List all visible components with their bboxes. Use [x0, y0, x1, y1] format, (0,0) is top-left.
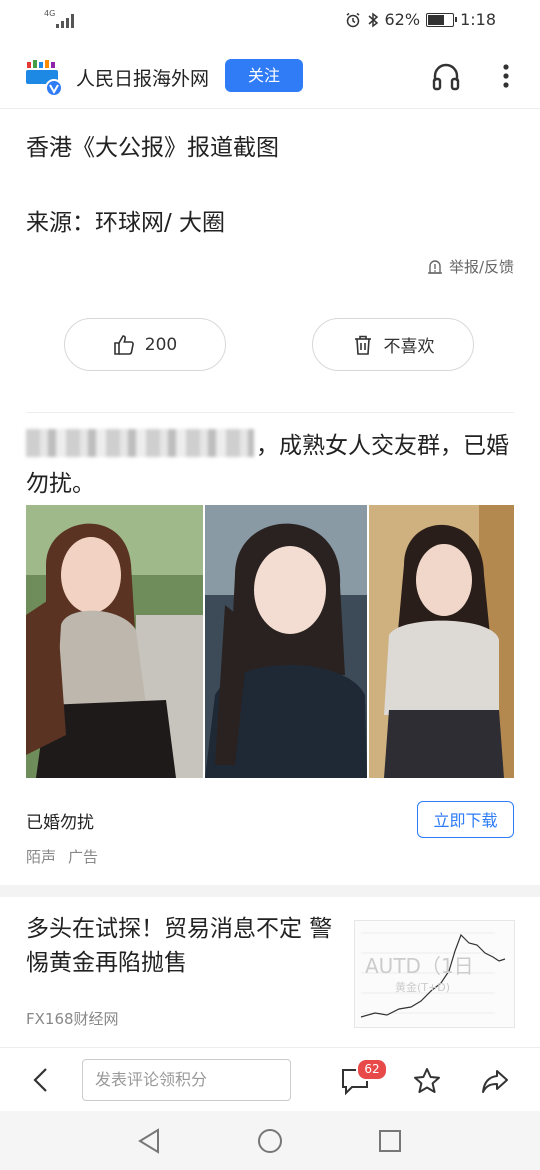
clock: 1:18 — [460, 10, 496, 29]
nav-back-icon[interactable] — [136, 1127, 164, 1155]
gold-chart-image: AUTD（1日 黄金(T+D) — [355, 921, 514, 1027]
system-nav-bar — [0, 1111, 540, 1170]
section-divider — [26, 412, 514, 413]
article-header: 人民日报海外网 关注 — [0, 44, 540, 109]
ad-photo-3[interactable] — [369, 505, 514, 778]
back-icon[interactable] — [28, 1066, 56, 1094]
news-thumbnail[interactable]: AUTD（1日 黄金(T+D) — [354, 920, 515, 1028]
ad-image-strip[interactable] — [26, 505, 514, 778]
like-button[interactable]: 200 — [64, 318, 226, 371]
ad-photo-1[interactable] — [26, 505, 203, 778]
like-count: 200 — [144, 334, 178, 355]
headphone-icon[interactable] — [430, 60, 462, 92]
thumb-watermark: AUTD（1日 — [365, 954, 474, 978]
report-label: 举报/反馈 — [448, 258, 514, 276]
follow-button[interactable]: 关注 — [225, 59, 303, 92]
news-source: FX168财经网 — [26, 1010, 119, 1028]
section-separator — [0, 885, 540, 897]
article-text-line-1: 香港《大公报》报道截图 — [26, 135, 279, 161]
comment-count-badge: 62 — [356, 1058, 388, 1081]
signal-bars-icon — [56, 14, 74, 28]
report-icon — [427, 259, 442, 274]
download-button[interactable]: 立即下载 — [417, 801, 514, 838]
news-title[interactable]: 多头在试探！贸易消息不定 警惕黄金再陷抛售 — [26, 912, 346, 980]
battery-percent: 62% — [384, 10, 421, 29]
blurred-text — [26, 429, 254, 457]
site-name[interactable]: 人民日报海外网 — [76, 64, 209, 91]
ad-photo-1-image — [26, 505, 203, 778]
more-options-icon[interactable] — [494, 60, 518, 92]
ad-title[interactable]: ，成熟女人交友群，已婚勿扰。 — [26, 427, 516, 503]
ad-meta: 陌声 广告 — [26, 846, 98, 867]
network-label: 4G — [44, 9, 56, 18]
dislike-label: 不喜欢 — [383, 337, 435, 357]
ad-photo-2[interactable] — [205, 505, 367, 778]
battery-icon — [426, 12, 458, 27]
comment-bar: 发表评论领积分 62 — [0, 1047, 540, 1112]
site-logo[interactable] — [24, 58, 64, 98]
thumb-subtitle: 黄金(T+D) — [395, 980, 450, 994]
battery-fill — [428, 14, 445, 25]
article-text-line-2: 来源：环球网/ 大圈 — [26, 210, 226, 236]
share-icon[interactable] — [480, 1066, 510, 1096]
nav-recents-icon[interactable] — [376, 1127, 404, 1155]
ad-photo-3-image — [369, 505, 514, 778]
status-right: 62% 1:18 — [345, 10, 496, 29]
nav-home-icon[interactable] — [256, 1127, 284, 1155]
alarm-icon — [346, 12, 359, 27]
star-icon[interactable] — [412, 1066, 442, 1096]
ad-tag: 广告 — [68, 848, 99, 866]
bluetooth-icon — [368, 12, 378, 27]
trash-icon — [354, 335, 371, 355]
comment-input[interactable]: 发表评论领积分 — [82, 1059, 291, 1101]
status-bar: 4G 62% 1:18 — [0, 0, 540, 44]
ad-app-name[interactable]: 已婚勿扰 — [26, 808, 94, 833]
thumbs-up-icon — [113, 334, 134, 355]
report-feedback-link[interactable]: 举报/反馈 — [427, 256, 514, 277]
ad-source: 陌声 — [26, 848, 57, 866]
dislike-button[interactable]: 不喜欢 — [312, 318, 474, 371]
ad-photo-2-image — [205, 505, 367, 778]
